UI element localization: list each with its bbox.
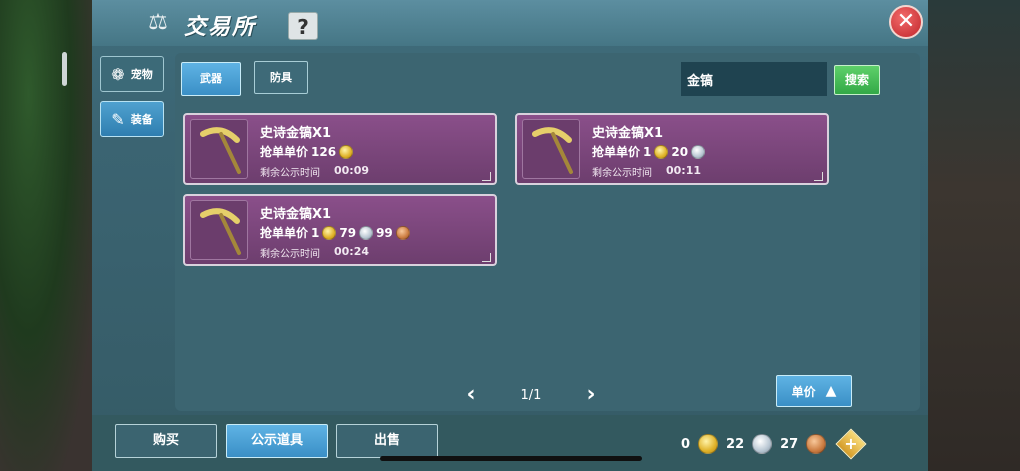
- price-gold: 126: [311, 144, 337, 159]
- sort-unit-price-button[interactable]: 单价 ▲: [776, 375, 852, 407]
- game-background-right: [925, 0, 1020, 471]
- prev-page-icon[interactable]: ‹: [461, 384, 481, 406]
- copper-coin-icon: [395, 225, 410, 240]
- price-label: 抢单单价: [260, 226, 309, 240]
- scale-icon: ⚖: [148, 10, 168, 35]
- corner-mark: [814, 172, 823, 181]
- price-label: 抢单单价: [592, 145, 641, 159]
- time-label: 剩余公示时间: [260, 168, 320, 179]
- price-silver: 20: [671, 144, 689, 159]
- time-remaining: 00:09: [334, 164, 370, 177]
- listing-card[interactable]: 史诗金镐X1 抢单单价 126 剩余公示时间 00:09: [183, 113, 497, 185]
- title-bar: ⚖ 交易所 ? ✕: [92, 0, 928, 46]
- item-name: 史诗金镐X1: [592, 126, 664, 141]
- time-remaining: 00:24: [334, 245, 370, 258]
- silver-coin-icon: [359, 225, 374, 240]
- sidebar-item-equipment[interactable]: ✎ 装备: [100, 101, 164, 137]
- tab-weapons[interactable]: 武器: [181, 62, 241, 96]
- window-title: 交易所: [184, 15, 257, 40]
- wallet-silver: 22: [726, 436, 745, 452]
- price-row: 抢单单价 126: [260, 143, 354, 160]
- corner-mark: [482, 253, 491, 262]
- time-row: 剩余公示时间 00:11: [592, 164, 701, 179]
- price-copper: 99: [376, 225, 393, 240]
- close-icon: ✕: [896, 9, 916, 34]
- close-button[interactable]: ✕: [889, 5, 923, 39]
- paw-icon: ❁: [111, 64, 125, 84]
- sort-label: 单价: [791, 384, 816, 399]
- gold-coin-icon: [339, 144, 354, 159]
- silver-coin-icon: [752, 434, 773, 454]
- help-button[interactable]: ?: [288, 12, 318, 40]
- time-row: 剩余公示时间 00:09: [260, 164, 369, 179]
- time-label: 剩余公示时间: [592, 168, 652, 179]
- exchange-window: ⚖ 交易所 ? ✕ ❁ 宠物 ✎ 装备 武器 防具 搜索 史诗金镐X1 抢单单价…: [92, 0, 928, 471]
- silver-coin-icon: [691, 144, 706, 159]
- copper-coin-icon: [806, 434, 827, 454]
- home-indicator[interactable]: [380, 456, 642, 461]
- public-items-button[interactable]: 公示道具: [226, 424, 328, 458]
- corner-mark: [482, 172, 491, 181]
- gold-coin-icon: [698, 434, 719, 454]
- wallet: 0 22 27 +: [681, 428, 867, 460]
- sell-button[interactable]: 出售: [336, 424, 438, 458]
- listing-card[interactable]: 史诗金镐X1 抢单单价 1 79 99 剩余公示时间 00:24: [183, 194, 497, 266]
- buy-button[interactable]: 购买: [115, 424, 217, 458]
- time-label: 剩余公示时间: [260, 249, 320, 260]
- price-gold: 1: [311, 225, 320, 240]
- plus-icon: +: [844, 434, 858, 453]
- golden-pickaxe-icon: [190, 200, 248, 260]
- tab-armor[interactable]: 防具: [254, 61, 308, 94]
- price-row: 抢单单价 1 79 99: [260, 224, 410, 241]
- golden-pickaxe-icon: [522, 119, 580, 179]
- search-input[interactable]: [681, 62, 827, 96]
- item-name: 史诗金镐X1: [260, 207, 332, 222]
- listing-panel: 武器 防具 搜索 史诗金镐X1 抢单单价 126 剩余公示时间 00:09: [175, 53, 920, 411]
- pagination: ‹ 1/1 ›: [461, 383, 601, 407]
- sort-arrow-icon: ▲: [825, 383, 837, 399]
- sidebar-item-pets[interactable]: ❁ 宠物: [100, 56, 164, 92]
- gold-coin-icon: [322, 225, 337, 240]
- wallet-gold: 0: [681, 436, 691, 452]
- game-background-left: [0, 0, 95, 471]
- listing-card[interactable]: 史诗金镐X1 抢单单价 1 20 剩余公示时间 00:11: [515, 113, 829, 185]
- price-label: 抢单单价: [260, 145, 309, 159]
- sidebar-item-label: 装备: [130, 113, 153, 126]
- page-indicator: 1/1: [520, 387, 542, 403]
- next-page-icon[interactable]: ›: [581, 384, 601, 406]
- golden-pickaxe-icon: [190, 119, 248, 179]
- search-button[interactable]: 搜索: [834, 65, 880, 95]
- time-remaining: 00:11: [666, 164, 702, 177]
- equip-icon: ✎: [111, 109, 125, 129]
- wallet-copper: 27: [780, 436, 799, 452]
- price-row: 抢单单价 1 20: [592, 143, 706, 160]
- gold-coin-icon: [654, 144, 669, 159]
- time-row: 剩余公示时间 00:24: [260, 245, 369, 260]
- price-gold: 1: [643, 144, 652, 159]
- drawer-handle[interactable]: [62, 52, 67, 86]
- price-silver: 79: [339, 225, 357, 240]
- bottom-bar: 购买 公示道具 出售 0 22 27 +: [92, 415, 928, 471]
- sidebar-item-label: 宠物: [130, 68, 153, 81]
- item-name: 史诗金镐X1: [260, 126, 332, 141]
- add-currency-button[interactable]: +: [835, 428, 867, 460]
